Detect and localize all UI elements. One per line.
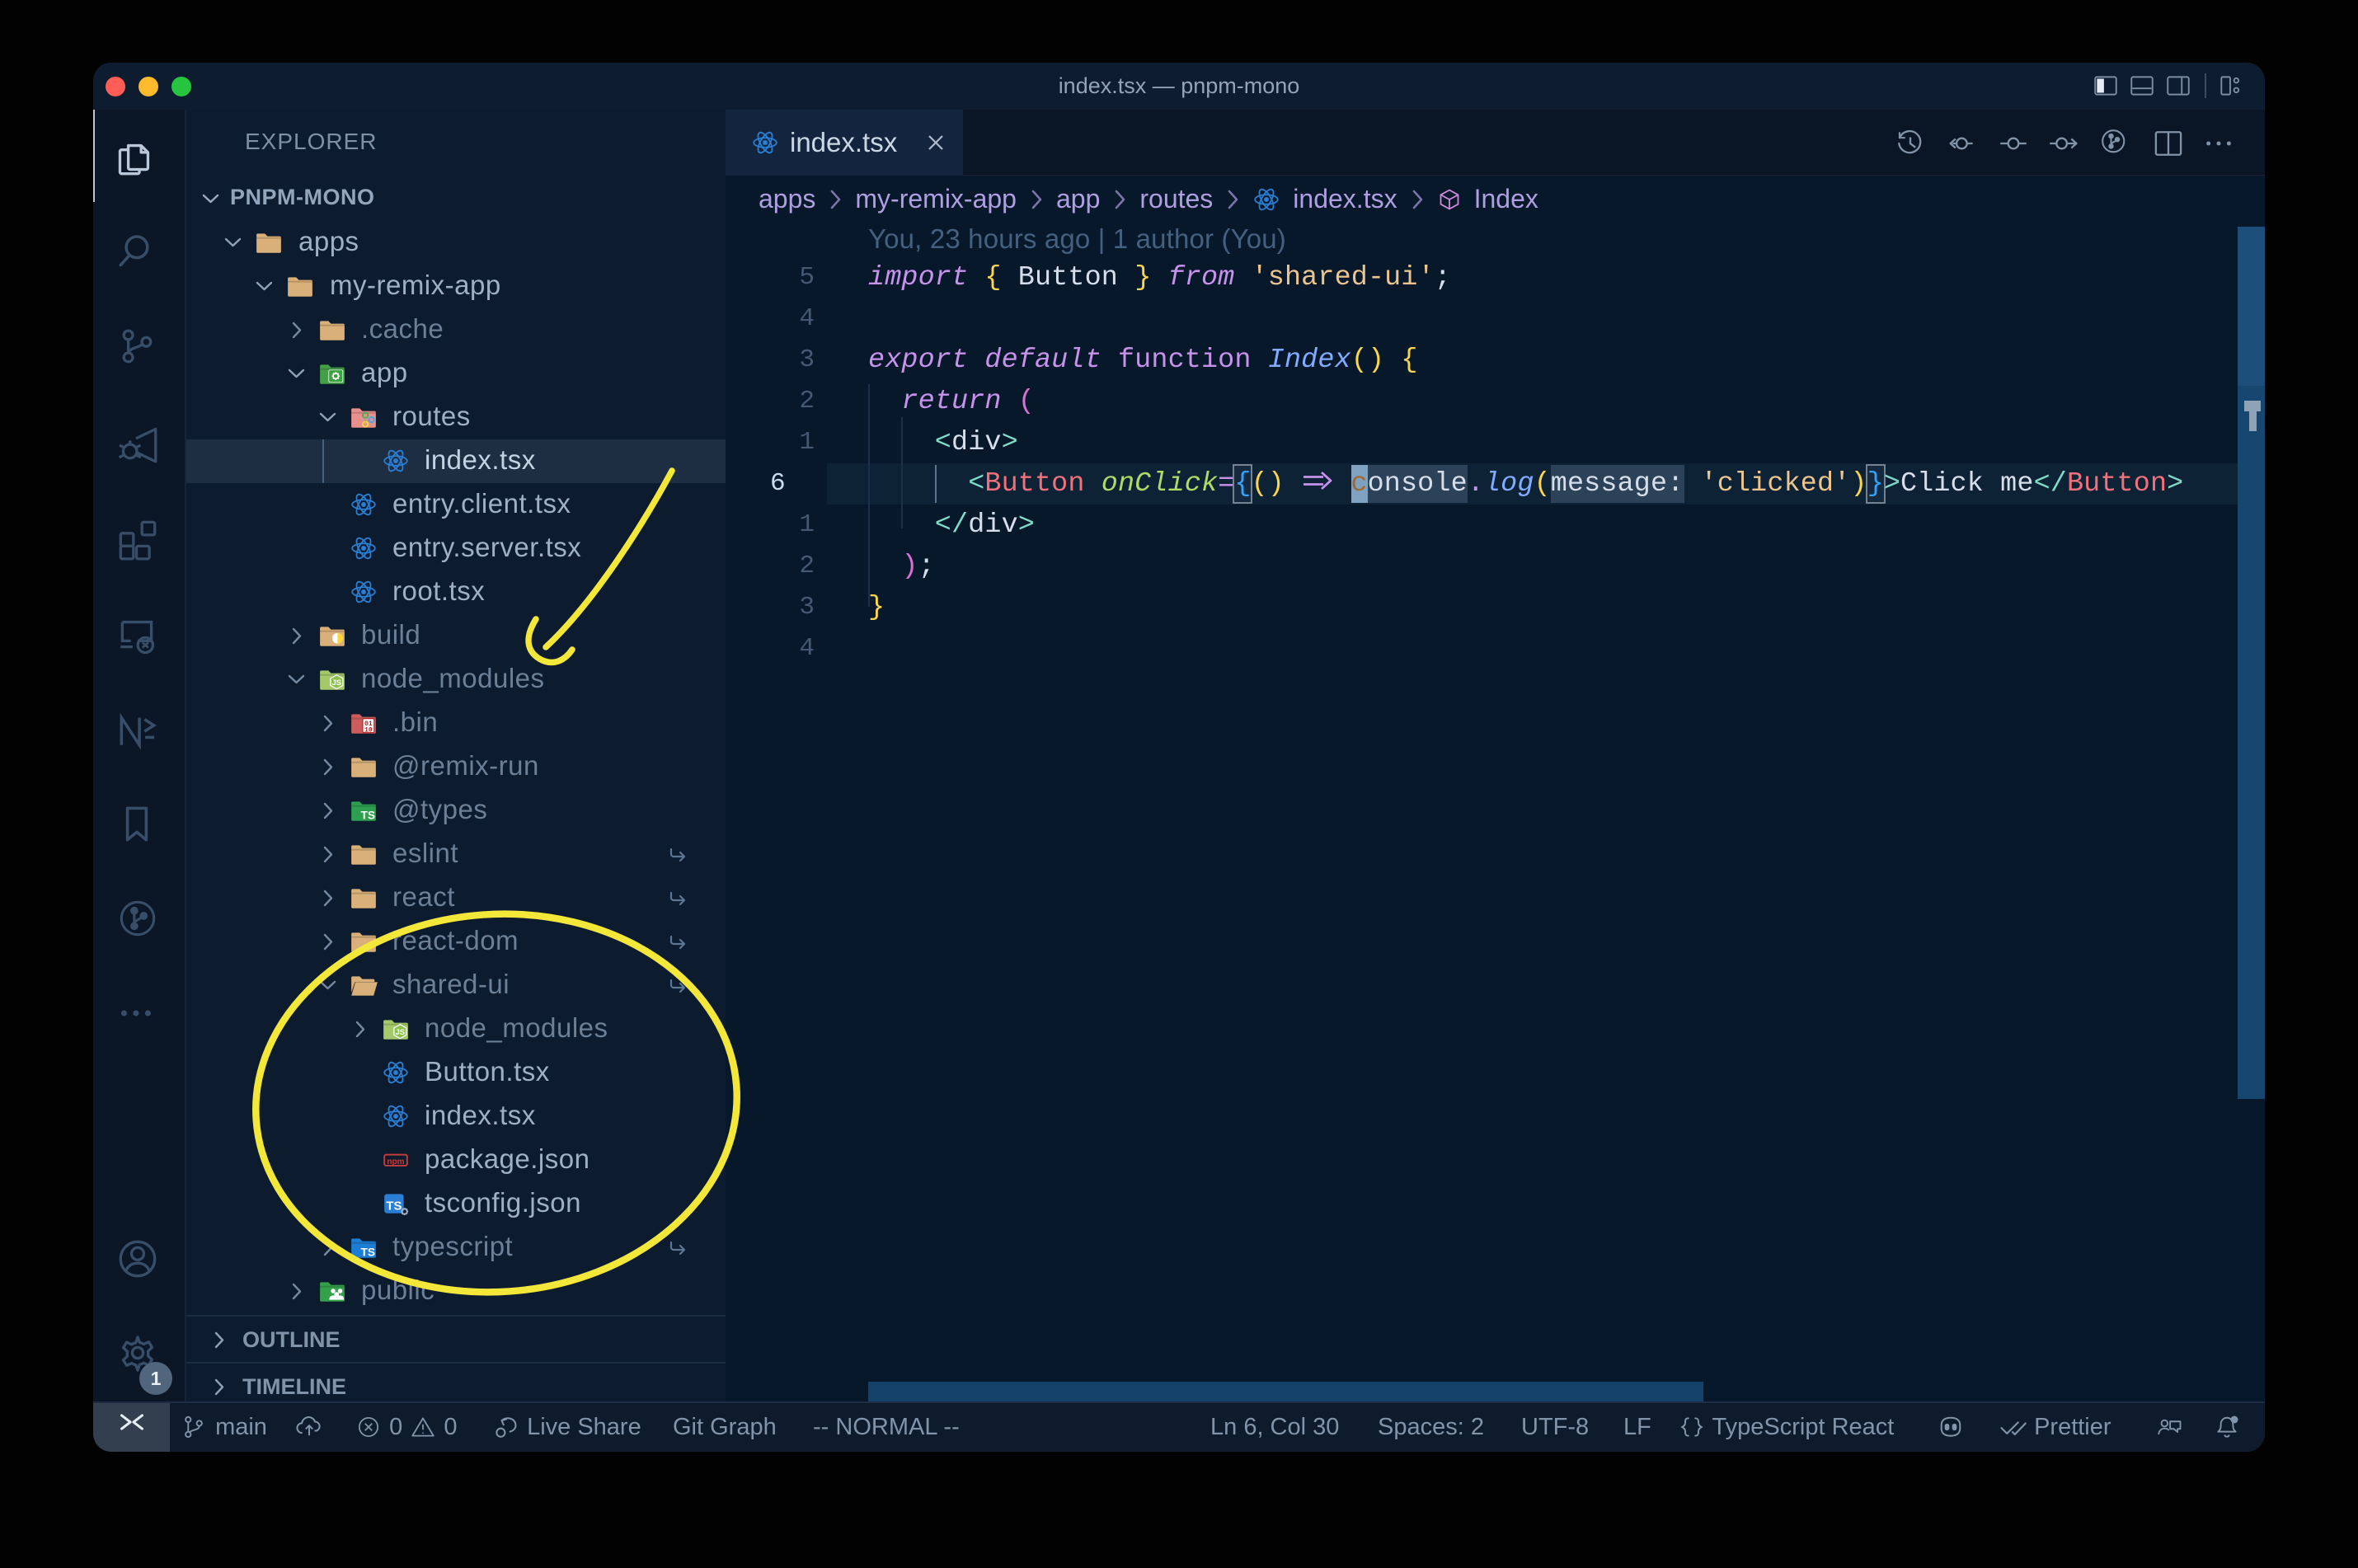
svg-text:TS: TS	[360, 1246, 375, 1259]
svg-text:npm: npm	[387, 1157, 404, 1167]
svg-text:TS: TS	[386, 1199, 402, 1213]
svg-text:JS: JS	[331, 678, 341, 688]
svg-text:JS: JS	[395, 1028, 405, 1037]
svg-text:TS: TS	[360, 809, 375, 822]
svg-text:10: 10	[364, 727, 373, 735]
